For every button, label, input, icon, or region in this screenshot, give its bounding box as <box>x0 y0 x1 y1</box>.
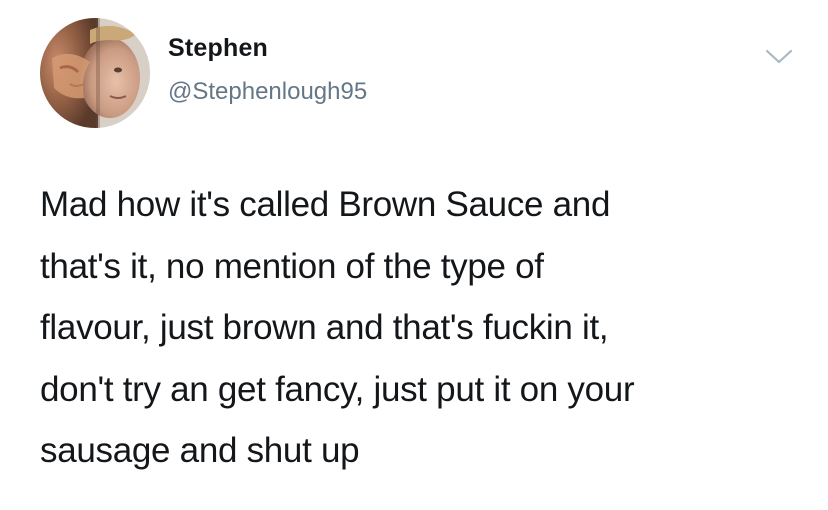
chevron-down-icon[interactable] <box>764 46 794 68</box>
author-display-name[interactable]: Stephen <box>168 34 268 63</box>
avatar-image <box>40 18 150 128</box>
tweet-card: Stephen @Stephenlough95 Mad how it's cal… <box>0 0 828 510</box>
user-avatar[interactable] <box>40 18 150 128</box>
author-handle[interactable]: @Stephenlough95 <box>168 78 367 106</box>
tweet-text: Mad how it's called Brown Sauce and that… <box>40 174 800 482</box>
tweet-text-line: sausage and shut up <box>40 431 360 470</box>
chevron-down-icon-glyph <box>765 49 793 64</box>
tweet-text-line: Mad how it's called Brown Sauce and <box>40 185 611 224</box>
tweet-text-line: flavour, just brown and that's fuckin it… <box>40 308 609 347</box>
tweet-text-line: don't try an get fancy, just put it on y… <box>40 369 635 409</box>
tweet-text-line: that's it, no mention of the type of <box>40 246 544 286</box>
